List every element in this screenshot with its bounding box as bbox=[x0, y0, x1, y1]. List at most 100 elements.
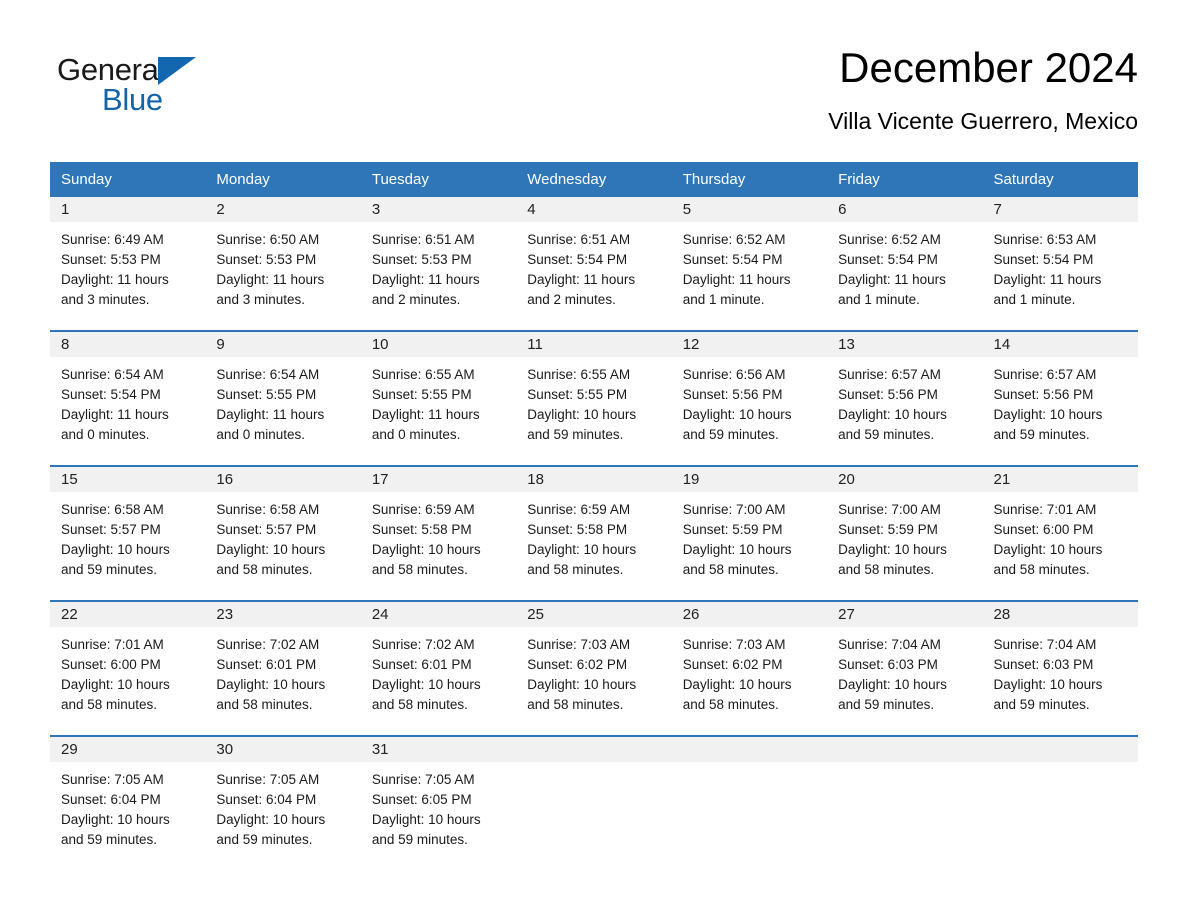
calendar-day-cell[interactable]: 26 Sunrise: 7:03 AM Sunset: 6:02 PM Dayligh… bbox=[671, 600, 828, 737]
sunset-time: Sunset: 6:00 PM bbox=[993, 522, 1094, 538]
sunrise-time: Sunrise: 7:01 AM bbox=[61, 637, 164, 653]
daylight-duration-line2: and 58 minutes. bbox=[371, 697, 468, 713]
day-number: 28 bbox=[982, 602, 1138, 628]
daylight-duration-line1: Daylight: 11 hours bbox=[838, 272, 946, 288]
calendar-day-cell[interactable]: 7 Sunrise: 6:53 AM Sunset: 5:54 PM Daylight… bbox=[982, 197, 1138, 332]
day-number: 23 bbox=[205, 602, 361, 628]
calendar-day-cell[interactable]: 10 Sunrise: 6:55 AM Sunset: 5:55 PM Dayligh… bbox=[360, 330, 517, 467]
sunrise-time: Sunrise: 7:03 AM bbox=[682, 637, 786, 653]
calendar-day-cell[interactable]: 15 Sunrise: 6:58 AM Sunset: 5:57 PM Dayligh… bbox=[50, 465, 206, 602]
calendar-day-cell[interactable]: 31 Sunrise: 7:05 AM Sunset: 6:05 PM Dayligh… bbox=[360, 735, 517, 871]
sunrise-time: Sunrise: 6:56 AM bbox=[682, 367, 786, 383]
calendar-day-cell[interactable]: 22 Sunrise: 7:01 AM Sunset: 6:00 PM Dayligh… bbox=[50, 600, 206, 737]
daylight-duration-line1: Daylight: 11 hours bbox=[371, 272, 480, 288]
blue-triangle-logo-icon bbox=[158, 57, 196, 85]
calendar-day-cell[interactable]: 5 Sunrise: 6:52 AM Sunset: 5:54 PM Daylight… bbox=[671, 197, 828, 332]
calendar-day-cell[interactable]: 16 Sunrise: 6:58 AM Sunset: 5:57 PM Dayligh… bbox=[205, 465, 361, 602]
daylight-duration-line2: and 58 minutes. bbox=[216, 562, 313, 578]
daylight-duration-line2: and 58 minutes. bbox=[682, 562, 779, 578]
calendar-day-cell[interactable]: 20 Sunrise: 7:00 AM Sunset: 5:59 PM Dayligh… bbox=[827, 465, 983, 602]
calendar-day-cell[interactable]: 24 Sunrise: 7:02 AM Sunset: 6:01 PM Dayligh… bbox=[360, 600, 517, 737]
day-number: 21 bbox=[982, 467, 1138, 493]
day-number: 11 bbox=[516, 332, 672, 358]
daylight-duration-line1: Daylight: 10 hours bbox=[371, 542, 481, 558]
calendar-day-cell[interactable]: 4 Sunrise: 6:51 AM Sunset: 5:54 PM Daylight… bbox=[516, 197, 672, 332]
day-details: Sunrise: 6:55 AM Sunset: 5:55 PM Daylight:… bbox=[361, 357, 516, 445]
daylight-duration-line1: Daylight: 10 hours bbox=[838, 407, 947, 423]
day-number: 5 bbox=[671, 197, 828, 223]
daylight-duration-line1: Daylight: 11 hours bbox=[993, 272, 1102, 288]
calendar-day-cell[interactable]: 13 Sunrise: 6:57 AM Sunset: 5:56 PM Dayligh… bbox=[827, 330, 983, 467]
location-subtitle: Villa Vicente Guerrero, Mexico bbox=[828, 108, 1138, 135]
calendar-day-cell[interactable]: 14 Sunrise: 6:57 AM Sunset: 5:56 PM Dayligh… bbox=[982, 330, 1138, 467]
calendar-day-cell[interactable]: 19 Sunrise: 7:00 AM Sunset: 5:59 PM Dayligh… bbox=[671, 465, 828, 602]
calendar-day-cell[interactable]: 17 Sunrise: 6:59 AM Sunset: 5:58 PM Dayligh… bbox=[360, 465, 517, 602]
daylight-duration-line2: and 2 minutes. bbox=[371, 292, 461, 308]
daylight-duration-line1: Daylight: 11 hours bbox=[527, 272, 636, 288]
calendar-day-cell[interactable]: 9 Sunrise: 6:54 AM Sunset: 5:55 PM Daylight… bbox=[205, 330, 361, 467]
sunrise-time: Sunrise: 6:53 AM bbox=[993, 232, 1097, 248]
day-number bbox=[827, 737, 983, 763]
day-number: 18 bbox=[516, 467, 672, 493]
day-number: 2 bbox=[205, 197, 361, 223]
daylight-duration-line2: and 58 minutes. bbox=[838, 562, 935, 578]
daylight-duration-line2: and 3 minutes. bbox=[61, 292, 150, 308]
sunrise-time: Sunrise: 7:00 AM bbox=[838, 502, 941, 518]
day-details: Sunrise: 6:54 AM Sunset: 5:54 PM Daylight:… bbox=[50, 357, 205, 445]
calendar-day-cell[interactable]: 25 Sunrise: 7:03 AM Sunset: 6:02 PM Dayligh… bbox=[516, 600, 672, 737]
weekday-header-thursday: Thursday bbox=[671, 162, 828, 198]
daylight-duration-line2: and 1 minute. bbox=[682, 292, 765, 308]
daylight-duration-line1: Daylight: 10 hours bbox=[682, 407, 792, 423]
calendar-day-cell[interactable]: 29 Sunrise: 7:05 AM Sunset: 6:04 PM Dayligh… bbox=[50, 735, 206, 871]
calendar-day-cell[interactable]: 2 Sunrise: 6:50 AM Sunset: 5:53 PM Daylight… bbox=[205, 197, 361, 332]
sunset-time: Sunset: 6:00 PM bbox=[61, 657, 161, 673]
day-number: 30 bbox=[205, 737, 361, 763]
day-number: 8 bbox=[50, 332, 206, 358]
day-number: 12 bbox=[671, 332, 828, 358]
calendar-day-cell[interactable]: 3 Sunrise: 6:51 AM Sunset: 5:53 PM Daylight… bbox=[360, 197, 517, 332]
calendar-week-row: 15 Sunrise: 6:58 AM Sunset: 5:57 PM Dayligh… bbox=[50, 465, 1138, 602]
day-details: Sunrise: 6:58 AM Sunset: 5:57 PM Daylight:… bbox=[50, 492, 205, 580]
calendar-body: 1 Sunrise: 6:49 AM Sunset: 5:53 PM Daylight… bbox=[50, 197, 1138, 871]
generalblue-logo[interactable]: General Blue bbox=[57, 44, 207, 117]
daylight-duration-line2: and 58 minutes. bbox=[371, 562, 468, 578]
sunrise-time: Sunrise: 6:55 AM bbox=[371, 367, 475, 383]
daylight-duration-line1: Daylight: 10 hours bbox=[838, 542, 947, 558]
daylight-duration-line1: Daylight: 10 hours bbox=[61, 542, 170, 558]
day-number: 3 bbox=[360, 197, 517, 223]
calendar-day-cell[interactable]: 30 Sunrise: 7:05 AM Sunset: 6:04 PM Dayligh… bbox=[205, 735, 361, 871]
day-details: Sunrise: 6:59 AM Sunset: 5:58 PM Daylight:… bbox=[361, 492, 516, 580]
calendar-empty-cell bbox=[671, 735, 828, 871]
sunset-time: Sunset: 5:57 PM bbox=[216, 522, 317, 538]
calendar-day-cell[interactable]: 21 Sunrise: 7:01 AM Sunset: 6:00 PM Dayligh… bbox=[982, 465, 1138, 602]
calendar-week-row: 1 Sunrise: 6:49 AM Sunset: 5:53 PM Daylight… bbox=[50, 197, 1138, 332]
day-number: 7 bbox=[982, 197, 1138, 223]
sunset-time: Sunset: 5:56 PM bbox=[838, 387, 938, 403]
sunset-time: Sunset: 5:53 PM bbox=[216, 252, 317, 268]
calendar-day-cell[interactable]: 28 Sunrise: 7:04 AM Sunset: 6:03 PM Dayligh… bbox=[982, 600, 1138, 737]
sunrise-time: Sunrise: 6:57 AM bbox=[993, 367, 1097, 383]
calendar-day-cell[interactable]: 1 Sunrise: 6:49 AM Sunset: 5:53 PM Daylight… bbox=[50, 197, 206, 332]
calendar-day-cell[interactable]: 6 Sunrise: 6:52 AM Sunset: 5:54 PM Daylight… bbox=[827, 197, 983, 332]
sunrise-time: Sunrise: 6:51 AM bbox=[371, 232, 475, 248]
daylight-duration-line1: Daylight: 11 hours bbox=[61, 407, 169, 423]
day-number: 22 bbox=[50, 602, 206, 628]
sunset-time: Sunset: 5:54 PM bbox=[682, 252, 783, 268]
calendar-day-cell[interactable]: 12 Sunrise: 6:56 AM Sunset: 5:56 PM Dayligh… bbox=[671, 330, 828, 467]
calendar-day-cell[interactable]: 27 Sunrise: 7:04 AM Sunset: 6:03 PM Dayligh… bbox=[827, 600, 983, 737]
daylight-duration-line2: and 58 minutes. bbox=[216, 697, 313, 713]
day-details: Sunrise: 7:01 AM Sunset: 6:00 PM Daylight:… bbox=[983, 492, 1138, 580]
day-number: 29 bbox=[50, 737, 206, 763]
page-title: December 2024 bbox=[839, 44, 1138, 91]
daylight-duration-line1: Daylight: 10 hours bbox=[682, 542, 792, 558]
calendar-day-cell[interactable]: 23 Sunrise: 7:02 AM Sunset: 6:01 PM Dayligh… bbox=[205, 600, 361, 737]
day-details: Sunrise: 6:58 AM Sunset: 5:57 PM Daylight:… bbox=[205, 492, 360, 580]
calendar-day-cell[interactable]: 8 Sunrise: 6:54 AM Sunset: 5:54 PM Daylight… bbox=[50, 330, 206, 467]
daylight-duration-line2: and 59 minutes. bbox=[838, 697, 935, 713]
weekday-header-saturday: Saturday bbox=[982, 162, 1138, 198]
weekday-header-sunday: Sunday bbox=[50, 162, 206, 198]
calendar-day-cell[interactable]: 18 Sunrise: 6:59 AM Sunset: 5:58 PM Dayligh… bbox=[516, 465, 672, 602]
calendar-day-cell[interactable]: 11 Sunrise: 6:55 AM Sunset: 5:55 PM Dayligh… bbox=[516, 330, 672, 467]
daylight-duration-line2: and 58 minutes. bbox=[993, 562, 1090, 578]
sunrise-time: Sunrise: 7:02 AM bbox=[216, 637, 320, 653]
